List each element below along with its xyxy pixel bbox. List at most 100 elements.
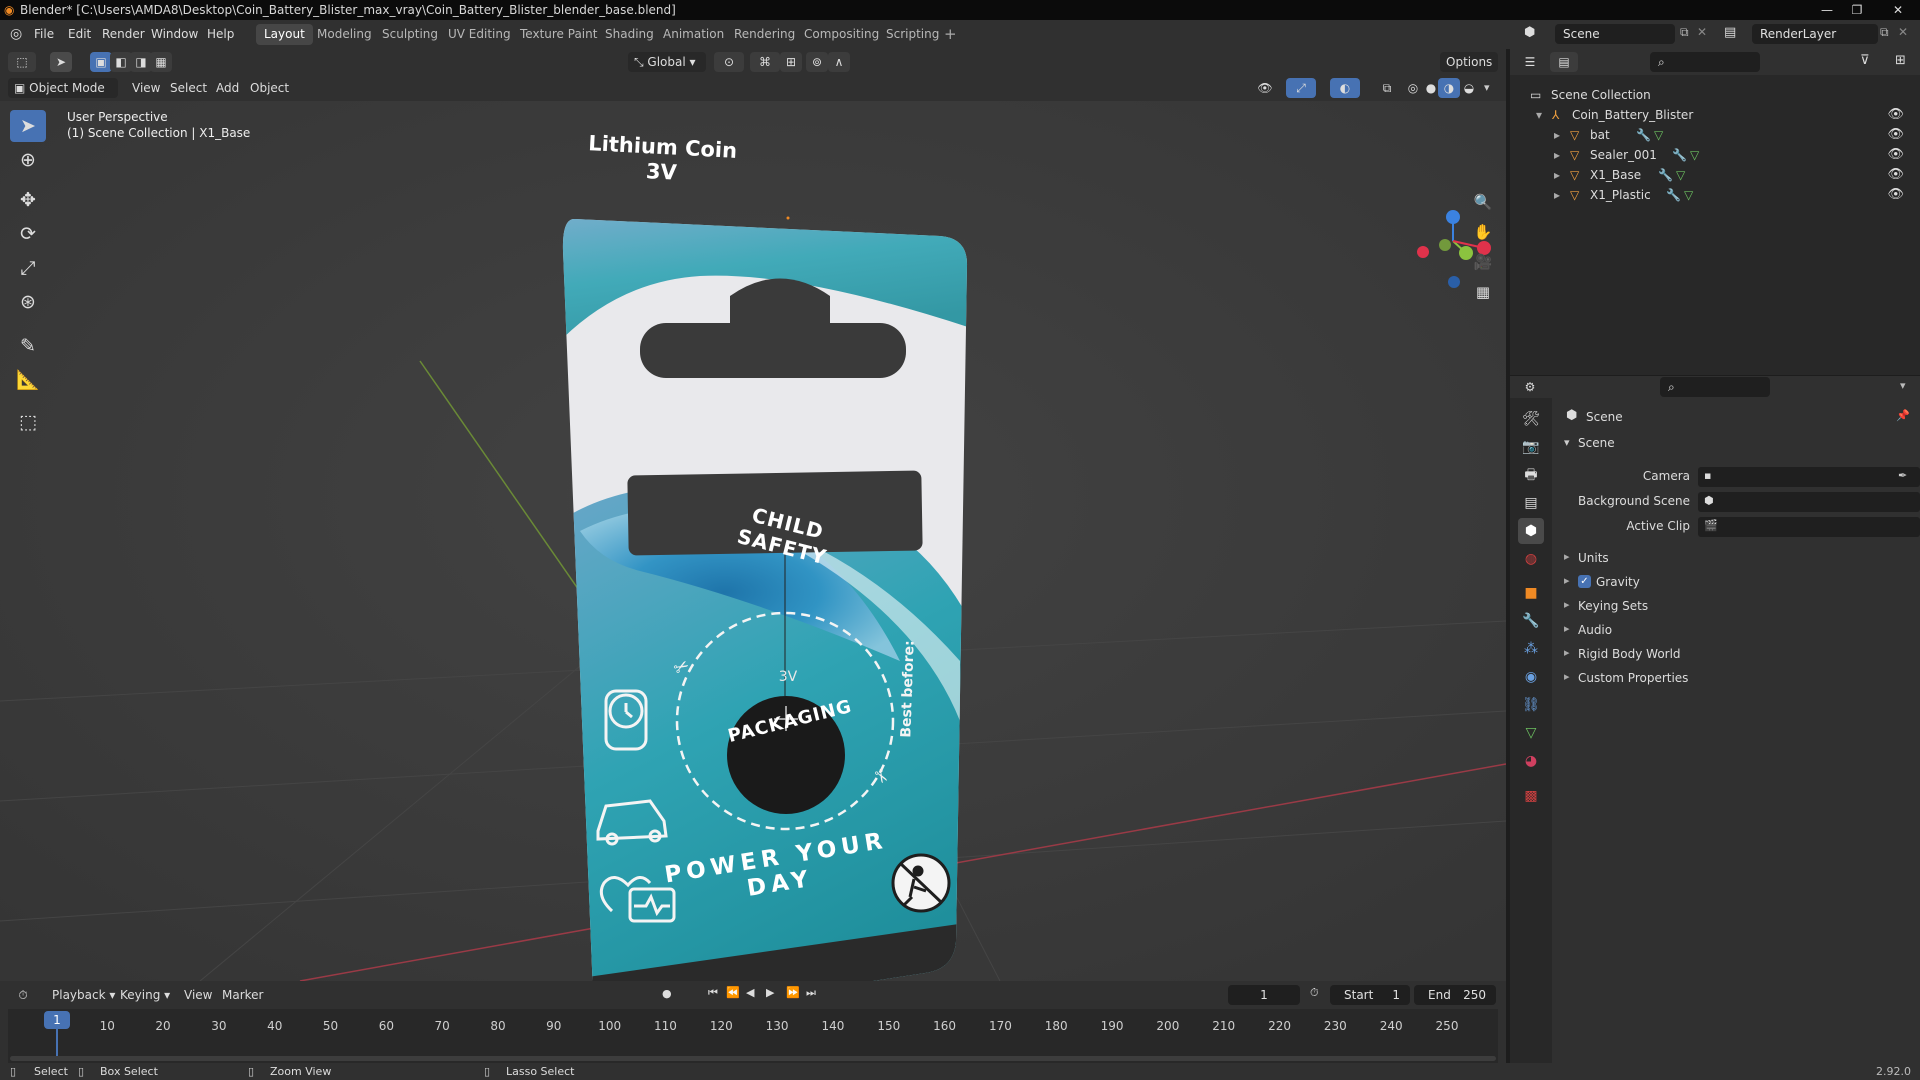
- rendered-shading-icon[interactable]: ◒: [1458, 78, 1480, 98]
- tab-compositing[interactable]: Compositing: [796, 24, 887, 45]
- collapse-arrow-icon[interactable]: ▾: [1536, 105, 1542, 125]
- select-box-tool[interactable]: ➤: [10, 110, 46, 142]
- tab-tool[interactable]: 🛠: [1518, 406, 1544, 432]
- xray-icon[interactable]: ⧉: [1376, 78, 1398, 98]
- active-clip-field[interactable]: 🎬: [1698, 517, 1920, 537]
- tab-particles[interactable]: ⁂: [1518, 636, 1544, 662]
- timeline-menu-marker[interactable]: Marker: [216, 985, 269, 1005]
- 3d-viewport[interactable]: ✂ ✂ Lithium Coin 3V CHILD SAFETY PACKAGI…: [0, 101, 1506, 981]
- timeline-scrollbar[interactable]: [10, 1056, 1496, 1061]
- menu-file[interactable]: File: [34, 27, 54, 41]
- start-frame-field[interactable]: Start 1: [1330, 985, 1410, 1005]
- outliner-scene-collection[interactable]: ▭ Scene Collection: [1510, 85, 1920, 105]
- area-divider[interactable]: [1506, 101, 1510, 1063]
- jump-start-icon[interactable]: ⏮: [708, 986, 718, 1000]
- end-frame-field[interactable]: End 250: [1414, 985, 1496, 1005]
- new-collection-icon[interactable]: ⊞: [1895, 53, 1906, 68]
- playhead-frame-indicator[interactable]: 1: [44, 1011, 70, 1029]
- new-scene-icon[interactable]: ⧉: [1680, 25, 1689, 40]
- viewport-menu-add[interactable]: Add: [210, 78, 245, 98]
- rotate-tool[interactable]: ⟳: [10, 218, 46, 250]
- record-icon[interactable]: ●: [662, 987, 672, 1000]
- cursor-tool[interactable]: ⊕: [10, 144, 46, 176]
- expand-arrow-icon[interactable]: ▸: [1554, 145, 1560, 165]
- rigid-body-world-panel[interactable]: ▸ Rigid Body World: [1554, 644, 1916, 664]
- expand-arrow-icon[interactable]: ▸: [1554, 125, 1560, 145]
- tab-modeling[interactable]: Modeling: [309, 24, 380, 45]
- eye-icon[interactable]: 👁: [1887, 105, 1904, 125]
- select-tool-icon[interactable]: ➤: [50, 52, 72, 72]
- outliner-search-field[interactable]: ⌕: [1650, 52, 1760, 72]
- menu-help[interactable]: Help: [207, 27, 234, 41]
- play-icon[interactable]: ▶: [766, 986, 774, 999]
- tab-texture[interactable]: ▩: [1518, 783, 1544, 809]
- gravity-panel[interactable]: ▸ ✓ Gravity: [1554, 572, 1916, 592]
- tab-output[interactable]: 🖶: [1518, 462, 1544, 488]
- add-workspace-icon[interactable]: +: [944, 25, 957, 43]
- tab-shading[interactable]: Shading: [597, 24, 662, 45]
- properties-editor-type-icon[interactable]: ⚙: [1516, 377, 1544, 397]
- tab-object[interactable]: ■: [1518, 580, 1544, 606]
- delete-scene-icon[interactable]: ✕: [1697, 25, 1707, 39]
- tab-scripting[interactable]: Scripting: [878, 24, 947, 45]
- preview-range-icon[interactable]: ⏱: [1310, 986, 1319, 1000]
- eyedropper-icon[interactable]: ✒: [1898, 469, 1907, 482]
- snap-target-icon[interactable]: ⊞: [780, 52, 802, 72]
- select-mode-new-icon[interactable]: ▣: [90, 52, 112, 72]
- tab-modifiers[interactable]: 🔧: [1518, 608, 1544, 634]
- eye-icon[interactable]: 👁: [1887, 165, 1904, 185]
- tab-layout[interactable]: Layout: [256, 24, 313, 45]
- filter-icon[interactable]: ⊽: [1860, 53, 1870, 68]
- outliner-object-row[interactable]: ▸ ▽ Sealer_001 🔧 ▽ 👁: [1510, 145, 1920, 165]
- tab-constraints[interactable]: ⛓: [1518, 692, 1544, 718]
- keying-sets-panel[interactable]: ▸ Keying Sets: [1554, 596, 1916, 616]
- scene-panel-header[interactable]: ▾ Scene: [1554, 432, 1916, 456]
- tab-world[interactable]: ◍: [1518, 546, 1544, 572]
- scene-selector-icon[interactable]: ⬢: [1524, 25, 1535, 40]
- overlays-toggle-icon[interactable]: ◐: [1330, 78, 1360, 98]
- current-frame-field[interactable]: 1: [1228, 985, 1300, 1005]
- delete-view-layer-icon[interactable]: ✕: [1898, 25, 1908, 39]
- properties-options-icon[interactable]: ▾: [1900, 379, 1906, 392]
- editor-type-icon[interactable]: ⬚: [8, 52, 36, 72]
- scale-tool[interactable]: ⤢: [10, 252, 46, 284]
- viewport-menu-view[interactable]: View: [126, 78, 166, 98]
- menu-window[interactable]: Window: [151, 27, 198, 41]
- custom-properties-panel[interactable]: ▸ Custom Properties: [1554, 668, 1916, 688]
- ortho-toggle-button[interactable]: ▦: [1470, 279, 1496, 305]
- visibility-icon[interactable]: 👁: [1250, 78, 1280, 98]
- eye-icon[interactable]: 👁: [1887, 185, 1904, 205]
- tab-animation[interactable]: Animation: [655, 24, 732, 45]
- view-layer-icon[interactable]: ▤: [1724, 25, 1736, 40]
- scene-name-field[interactable]: Scene: [1555, 24, 1675, 44]
- proportional-edit-icon[interactable]: ⊚: [806, 52, 828, 72]
- tab-render[interactable]: 📷: [1518, 434, 1544, 460]
- timeline-menu-playback[interactable]: Playback ▾: [46, 985, 121, 1005]
- tab-rendering[interactable]: Rendering: [726, 24, 803, 45]
- viewport-menu-select[interactable]: Select: [164, 78, 213, 98]
- next-keyframe-icon[interactable]: ⏩: [786, 986, 800, 999]
- blender-menu-icon[interactable]: ◎: [10, 26, 22, 42]
- select-mode-intersect-icon[interactable]: ▦: [150, 52, 172, 72]
- tab-physics[interactable]: ◉: [1518, 664, 1544, 690]
- display-mode-icon[interactable]: ▤: [1550, 52, 1578, 72]
- add-cube-tool[interactable]: ⬚: [10, 406, 46, 438]
- object-mode-dropdown[interactable]: ▣ Object Mode ▾: [8, 78, 118, 115]
- minimize-button[interactable]: —: [1812, 0, 1842, 20]
- tab-texture-paint[interactable]: Texture Paint: [512, 24, 605, 45]
- jump-end-icon[interactable]: ⏭: [806, 986, 816, 1000]
- properties-search-field[interactable]: ⌕: [1660, 377, 1770, 397]
- close-button[interactable]: ✕: [1878, 0, 1918, 20]
- outliner-collection-row[interactable]: ▾ ⅄ Coin_Battery_Blister 👁: [1510, 105, 1920, 125]
- menu-render[interactable]: Render: [102, 27, 145, 41]
- tab-uv-editing[interactable]: UV Editing: [440, 24, 519, 45]
- tab-material[interactable]: ◕: [1518, 748, 1544, 774]
- prev-keyframe-icon[interactable]: ⏪: [726, 986, 740, 999]
- expand-arrow-icon[interactable]: ▸: [1554, 185, 1560, 205]
- tab-view-layer[interactable]: ▤: [1518, 490, 1544, 516]
- options-dropdown[interactable]: Options ▾: [1440, 52, 1498, 89]
- timeline-track-area[interactable]: [8, 1009, 1498, 1063]
- pivot-point-icon[interactable]: ⊙: [714, 52, 744, 72]
- play-reverse-icon[interactable]: ◀: [746, 986, 754, 999]
- tab-sculpting[interactable]: Sculpting: [374, 24, 446, 45]
